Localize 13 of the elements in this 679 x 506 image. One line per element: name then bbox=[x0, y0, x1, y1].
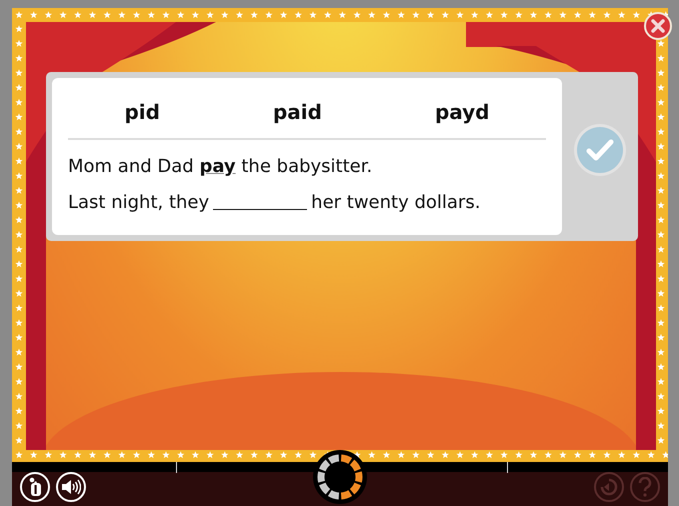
audio-button[interactable] bbox=[56, 472, 86, 502]
replay-icon bbox=[599, 477, 619, 497]
close-icon bbox=[651, 19, 665, 33]
help-icon bbox=[638, 477, 652, 497]
info-button[interactable] bbox=[20, 472, 50, 502]
answer-choice[interactable]: pid bbox=[114, 98, 170, 126]
answer-choice[interactable]: paid bbox=[262, 98, 332, 126]
checkmark-icon bbox=[586, 138, 614, 162]
sentence-text: her twenty dollars. bbox=[311, 192, 480, 213]
prompt-sentence: Mom and Dad pay the babysitter. bbox=[68, 156, 372, 177]
sentence-text: Last night, they bbox=[68, 192, 210, 213]
speaker-icon bbox=[61, 478, 81, 496]
answer-choice[interactable]: payd bbox=[424, 98, 500, 126]
